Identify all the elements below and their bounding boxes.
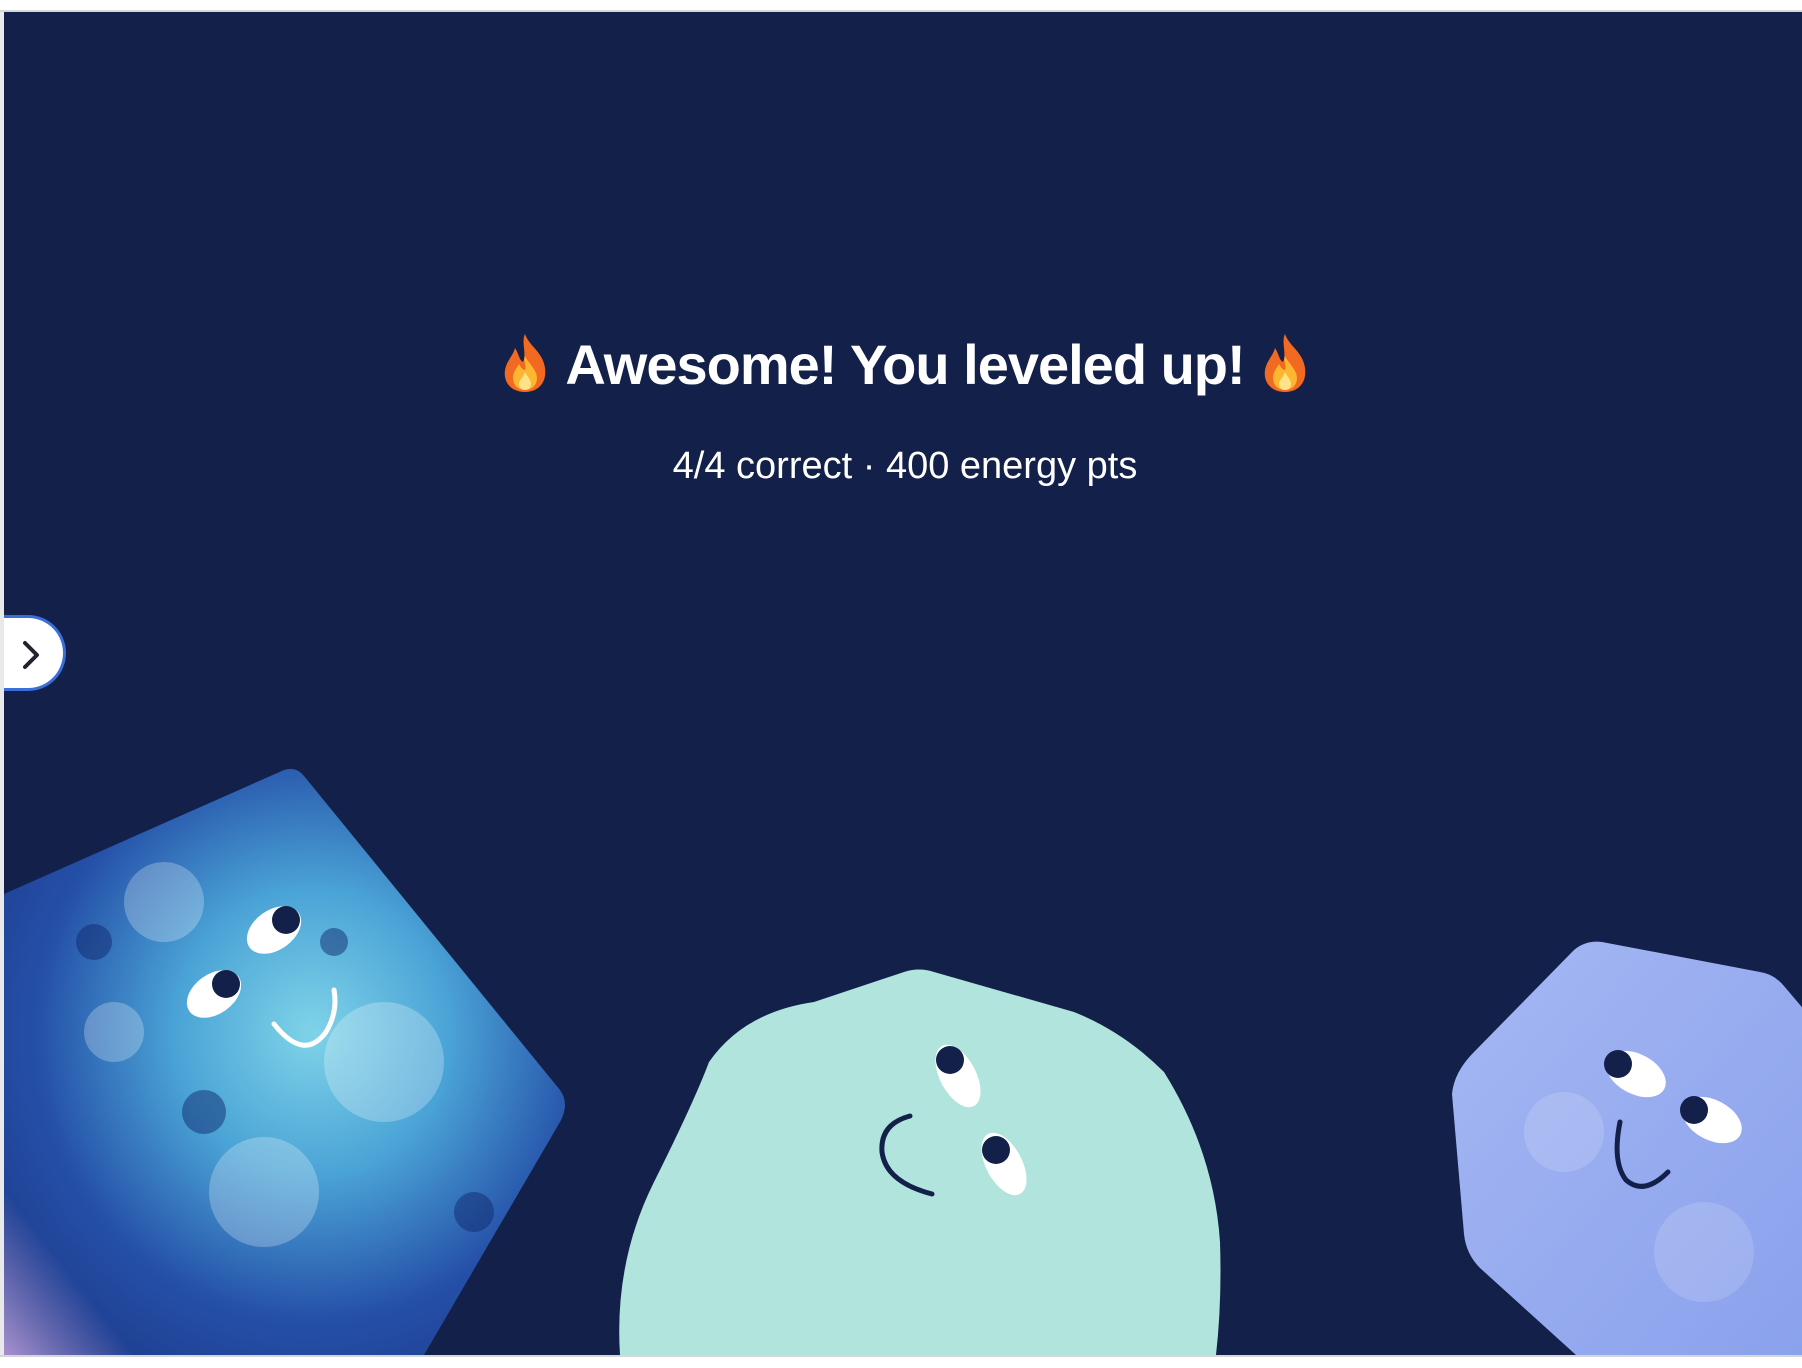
chevron-right-icon [23, 641, 39, 669]
top-border [0, 0, 1802, 12]
bottom-border [0, 1355, 1802, 1368]
level-up-screen: Awesome! You leveled up! 4/4 correct · 4… [0, 12, 1802, 1355]
blue-rock-character [4, 768, 565, 1355]
fire-emoji-icon [499, 332, 551, 394]
fire-emoji-icon [1259, 332, 1311, 394]
score-summary: 4/4 correct · 400 energy pts [672, 445, 1138, 487]
character-illustrations [4, 768, 1802, 1355]
periwinkle-rock-character [1452, 941, 1802, 1355]
mint-blob-character [619, 969, 1221, 1355]
level-up-heading: Awesome! You leveled up! [4, 330, 1802, 400]
level-up-title: Awesome! You leveled up! [565, 333, 1245, 396]
